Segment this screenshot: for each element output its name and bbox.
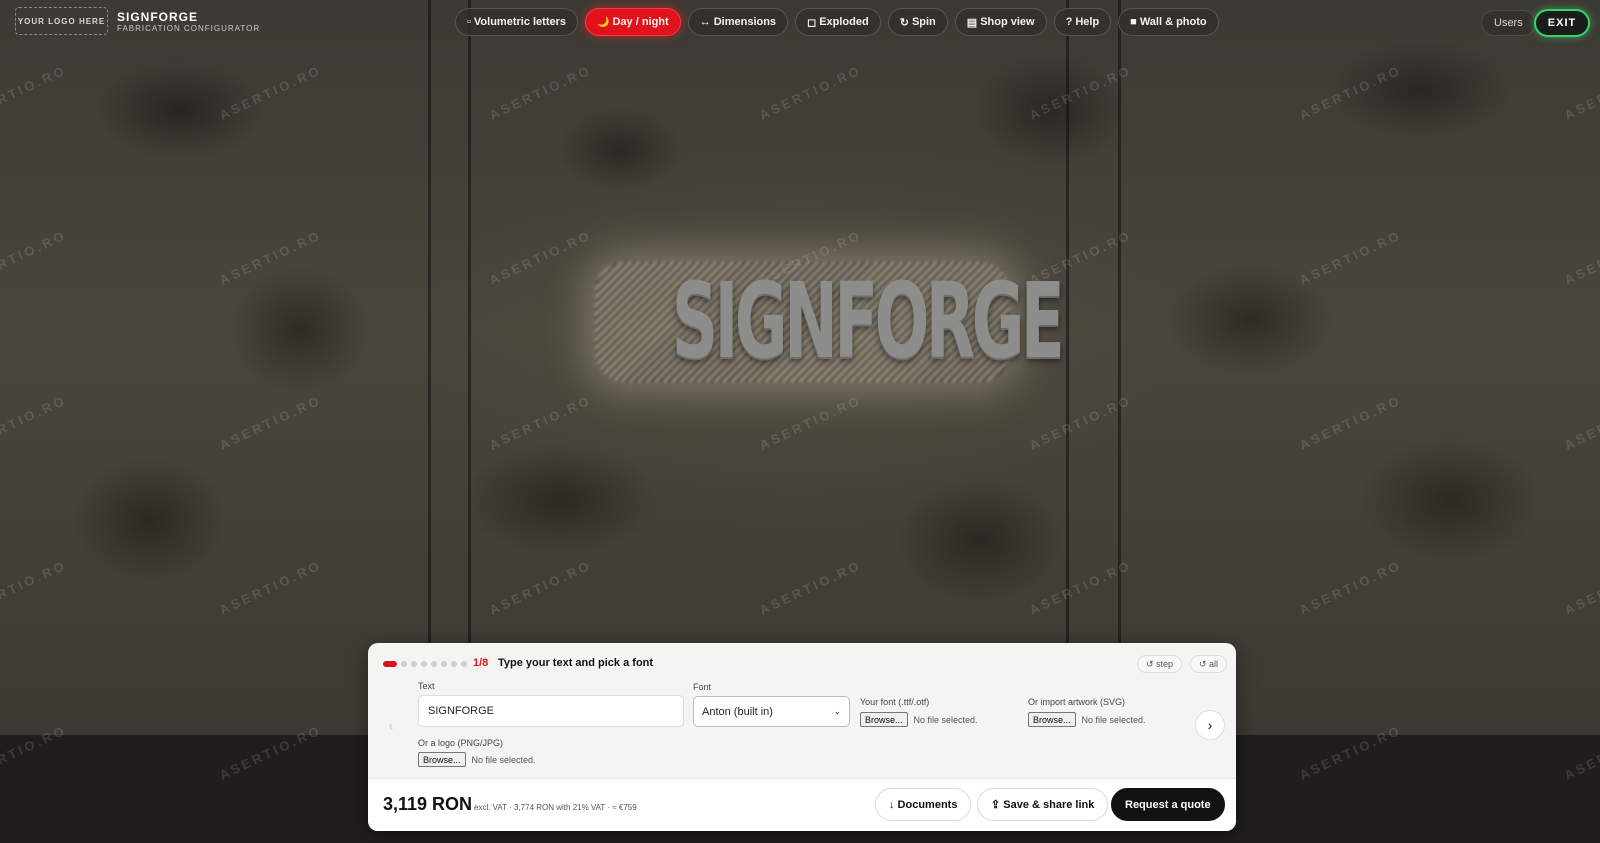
image-icon: ■ (1130, 16, 1137, 28)
step-dot[interactable] (421, 661, 427, 667)
chevron-down-icon: ⌄ (833, 706, 841, 716)
step-dot[interactable] (441, 661, 447, 667)
cube-icon: ▫ (467, 16, 471, 28)
toolbar-label: Day / night (612, 16, 669, 28)
shop-icon: ▤ (966, 16, 978, 29)
text-label: Text (418, 681, 435, 691)
step-dot[interactable] (451, 661, 457, 667)
step-dot[interactable] (383, 661, 397, 667)
toolbar-label: Volumetric letters (473, 16, 567, 28)
config-panel: 1/8 Type your text and pick a font ↺ ste… (368, 643, 1236, 831)
next-step-button[interactable]: › (1195, 710, 1225, 740)
rotate-icon: ↻ (899, 16, 909, 29)
view-toolbar: ▫ Volumetric letters 🌙 Day / night ↔ Dim… (455, 8, 1219, 36)
square-icon: ◻ (807, 16, 817, 29)
toolbar-label: Shop view (980, 16, 1035, 28)
users-button[interactable]: Users (1481, 10, 1536, 36)
brand-name: SIGNFORGE (117, 10, 199, 24)
help-icon: ? (1065, 16, 1073, 28)
plank-seam (1066, 0, 1069, 735)
logo-browse-button[interactable]: Browse... (418, 752, 466, 767)
artwork-browse-button[interactable]: Browse... (1028, 712, 1076, 727)
logo-file-status: No file selected. (471, 754, 536, 765)
arrows-icon: ↔ (699, 16, 711, 28)
request-quote-button[interactable]: Request a quote (1111, 788, 1225, 821)
dimensions-button[interactable]: ↔ Dimensions (687, 8, 789, 36)
spin-button[interactable]: ↻ Spin (887, 8, 948, 36)
logo-file-picker: Browse... No file selected. (418, 752, 536, 767)
save-share-link-button[interactable]: ⇪ Save & share link (977, 788, 1109, 821)
your-font-label: Your font (.ttf/.otf) (860, 697, 930, 707)
price-bar: 3,119 RON excl. VAT · 3,774 RON with 21%… (368, 778, 1236, 831)
documents-button[interactable]: ↓ Documents (875, 788, 972, 821)
font-browse-button[interactable]: Browse... (860, 712, 908, 727)
previous-step-button[interactable]: ‹ (376, 710, 406, 740)
toolbar-label: Dimensions (713, 16, 777, 28)
logo-placeholder[interactable]: YOUR LOGO HERE (15, 7, 108, 35)
step-dot[interactable] (411, 661, 417, 667)
brand-subtitle: FABRICATION CONFIGURATOR (117, 24, 261, 33)
font-file-status: No file selected. (913, 714, 978, 725)
font-select[interactable]: Anton (built in) ⌄ (693, 696, 850, 727)
step-progress-dots (383, 661, 467, 667)
font-select-value: Anton (built in) (702, 705, 773, 718)
shop-view-button[interactable]: ▤ Shop view (954, 8, 1047, 36)
toolbar-label: Wall & photo (1139, 16, 1207, 28)
wall-photo-button[interactable]: ■ Wall & photo (1118, 8, 1219, 36)
step-title: Type your text and pick a font (498, 657, 654, 669)
price-total: 3,119 RON (383, 794, 473, 814)
import-artwork-label: Or import artwork (SVG) (1028, 697, 1126, 707)
toolbar-label: Help (1075, 16, 1100, 28)
font-file-picker: Browse... No file selected. (860, 712, 978, 727)
toolbar-label: Exploded (819, 16, 869, 28)
exit-button[interactable]: EXIT (1534, 9, 1590, 37)
sign-text-input[interactable] (418, 695, 684, 727)
price-details: excl. VAT · 3,774 RON with 21% VAT · ≈ €… (474, 803, 637, 812)
sign-preview-text[interactable]: SIGNFORGE (672, 266, 1065, 376)
reset-all-button[interactable]: ↺ all (1190, 655, 1228, 673)
step-counter: 1/8 (473, 657, 489, 669)
artwork-file-picker: Browse... No file selected. (1028, 712, 1146, 727)
help-button[interactable]: ? Help (1053, 8, 1112, 36)
plank-seam (1118, 0, 1121, 735)
artwork-file-status: No file selected. (1081, 714, 1146, 725)
toolbar-label: Spin (911, 16, 936, 28)
logo-upload-label: Or a logo (PNG/JPG) (418, 738, 504, 748)
reset-step-button[interactable]: ↺ step (1137, 655, 1183, 673)
step-dot[interactable] (461, 661, 467, 667)
volumetric-letters-button[interactable]: ▫ Volumetric letters (455, 8, 579, 36)
plank-seam (468, 0, 471, 735)
day-night-button[interactable]: 🌙 Day / night (585, 8, 681, 36)
font-label: Font (693, 682, 712, 692)
step-dot[interactable] (431, 661, 437, 667)
step-dot[interactable] (401, 661, 407, 667)
exploded-button[interactable]: ◻ Exploded (795, 8, 881, 36)
plank-seam (428, 0, 431, 735)
moon-icon: 🌙 (597, 16, 610, 28)
